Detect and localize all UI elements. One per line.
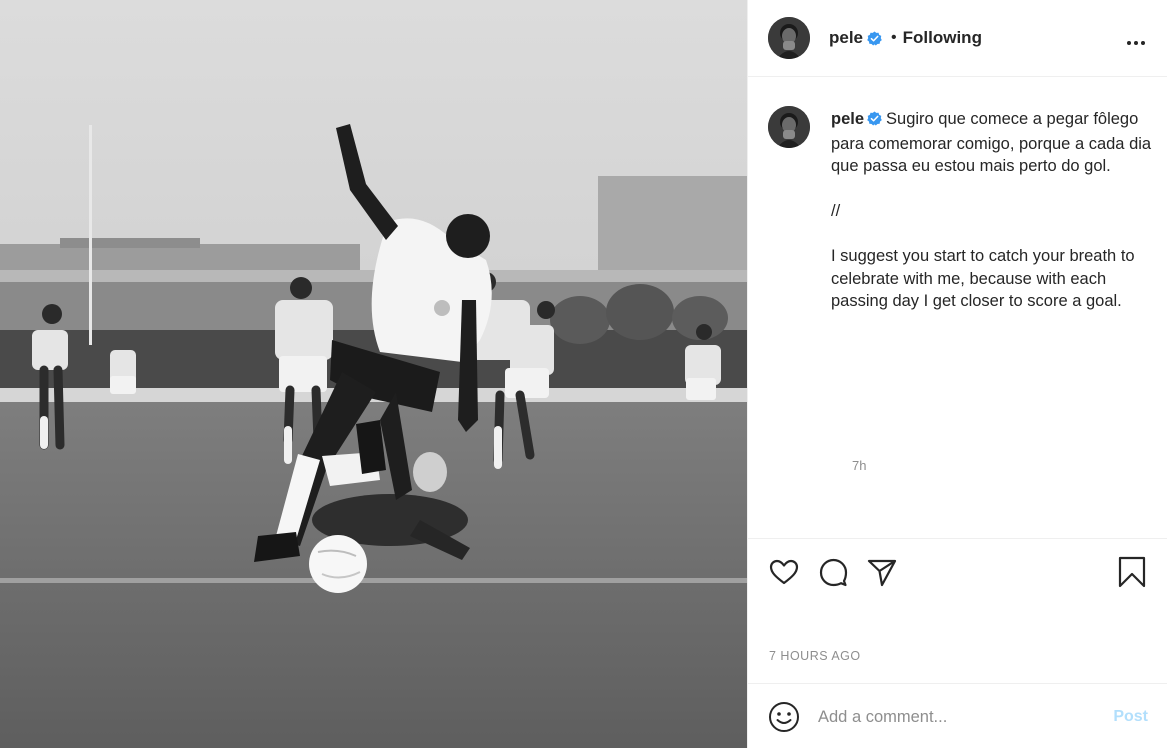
post-header: pele • Following [748,0,1167,77]
caption-relative-time[interactable]: 7h [852,458,866,473]
action-bar [768,556,1148,590]
smiley-icon[interactable] [768,701,800,738]
photo-scene [0,0,747,748]
verified-badge-icon [867,110,882,133]
caption-body: Sugiro que comece a pegar fôlego para co… [831,110,1152,310]
heart-icon[interactable] [768,556,800,593]
author-username-link[interactable]: pele [829,28,863,48]
avatar-photo-icon [768,106,810,148]
caption-avatar[interactable] [768,106,810,148]
actions-divider [748,538,1167,539]
caption-username-link[interactable]: pele [831,110,864,128]
post-photo[interactable] [0,0,747,748]
comment-icon[interactable] [817,556,849,593]
more-dots-icon[interactable] [1126,26,1146,52]
header-separator: • [891,29,897,46]
verified-badge-icon [867,30,882,46]
post-comment-button[interactable]: Post [1113,708,1148,726]
following-button[interactable]: Following [903,28,982,48]
comment-bar: Post [748,683,1167,748]
post-side-panel: pele • Following pele Sugiro que comece a… [747,0,1167,748]
comment-input[interactable] [818,704,1088,730]
paper-plane-icon[interactable] [866,556,898,593]
caption-text: pele Sugiro que comece a pegar fôlego par… [831,108,1161,313]
bookmark-icon[interactable] [1116,556,1148,593]
avatar-photo-icon [768,17,810,59]
author-avatar[interactable] [768,17,810,59]
post-timestamp[interactable]: 7 HOURS AGO [769,649,861,663]
